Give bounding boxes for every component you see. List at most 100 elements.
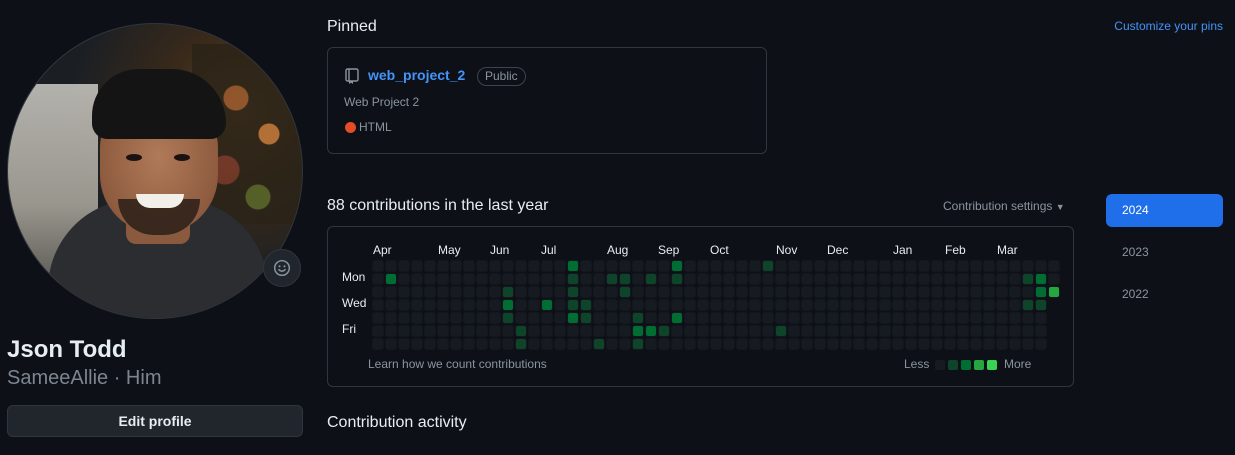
contribution-day-cell[interactable] — [373, 339, 383, 349]
contribution-day-cell[interactable] — [373, 287, 383, 297]
contribution-day-cell[interactable] — [932, 287, 942, 297]
contribution-day-cell[interactable] — [919, 287, 929, 297]
contribution-day-cell[interactable] — [1023, 326, 1033, 336]
contribution-day-cell[interactable] — [438, 287, 448, 297]
contribution-day-cell[interactable] — [854, 274, 864, 284]
contribution-day-cell[interactable] — [503, 287, 513, 297]
contribution-day-cell[interactable] — [438, 339, 448, 349]
contribution-day-cell[interactable] — [893, 274, 903, 284]
contribution-day-cell[interactable] — [1010, 339, 1020, 349]
contribution-day-cell[interactable] — [919, 300, 929, 310]
contribution-day-cell[interactable] — [425, 261, 435, 271]
contribution-day-cell[interactable] — [659, 326, 669, 336]
contribution-day-cell[interactable] — [841, 313, 851, 323]
contribution-day-cell[interactable] — [503, 339, 513, 349]
contribution-day-cell[interactable] — [516, 261, 526, 271]
contribution-day-cell[interactable] — [893, 326, 903, 336]
contribution-day-cell[interactable] — [737, 326, 747, 336]
contribution-day-cell[interactable] — [490, 300, 500, 310]
contribution-day-cell[interactable] — [620, 339, 630, 349]
contribution-day-cell[interactable] — [698, 313, 708, 323]
contribution-day-cell[interactable] — [542, 326, 552, 336]
contribution-day-cell[interactable] — [893, 313, 903, 323]
contribution-day-cell[interactable] — [568, 313, 578, 323]
contribution-day-cell[interactable] — [672, 274, 682, 284]
contribution-day-cell[interactable] — [659, 274, 669, 284]
contribution-day-cell[interactable] — [581, 339, 591, 349]
contribution-day-cell[interactable] — [763, 274, 773, 284]
contribution-day-cell[interactable] — [958, 274, 968, 284]
contribution-day-cell[interactable] — [750, 339, 760, 349]
contribution-day-cell[interactable] — [568, 274, 578, 284]
contribution-day-cell[interactable] — [971, 339, 981, 349]
contribution-day-cell[interactable] — [1036, 313, 1046, 323]
contribution-day-cell[interactable] — [685, 326, 695, 336]
contribution-day-cell[interactable] — [672, 326, 682, 336]
contribution-day-cell[interactable] — [750, 261, 760, 271]
contribution-day-cell[interactable] — [724, 326, 734, 336]
contribution-day-cell[interactable] — [841, 287, 851, 297]
contribution-day-cell[interactable] — [776, 300, 786, 310]
contribution-day-cell[interactable] — [529, 313, 539, 323]
contribution-day-cell[interactable] — [971, 287, 981, 297]
contribution-day-cell[interactable] — [932, 326, 942, 336]
contribution-day-cell[interactable] — [620, 300, 630, 310]
contribution-day-cell[interactable] — [373, 313, 383, 323]
contribution-day-cell[interactable] — [711, 326, 721, 336]
contribution-day-cell[interactable] — [958, 287, 968, 297]
contribution-day-cell[interactable] — [867, 261, 877, 271]
contribution-day-cell[interactable] — [711, 339, 721, 349]
contribution-day-cell[interactable] — [412, 300, 422, 310]
contribution-day-cell[interactable] — [984, 300, 994, 310]
contribution-day-cell[interactable] — [555, 300, 565, 310]
contribution-day-cell[interactable] — [555, 339, 565, 349]
contribution-day-cell[interactable] — [464, 339, 474, 349]
contribution-day-cell[interactable] — [854, 261, 864, 271]
contribution-day-cell[interactable] — [464, 313, 474, 323]
contribution-day-cell[interactable] — [854, 339, 864, 349]
contribution-day-cell[interactable] — [1036, 261, 1046, 271]
contribution-day-cell[interactable] — [984, 313, 994, 323]
contribution-day-cell[interactable] — [399, 339, 409, 349]
contribution-day-cell[interactable] — [828, 326, 838, 336]
contribution-day-cell[interactable] — [633, 326, 643, 336]
contribution-day-cell[interactable] — [971, 261, 981, 271]
contribution-day-cell[interactable] — [945, 313, 955, 323]
contribution-day-cell[interactable] — [620, 326, 630, 336]
contribution-day-cell[interactable] — [399, 287, 409, 297]
contribution-day-cell[interactable] — [984, 339, 994, 349]
contribution-day-cell[interactable] — [529, 300, 539, 310]
contribution-day-cell[interactable] — [620, 313, 630, 323]
contribution-day-cell[interactable] — [373, 261, 383, 271]
contribution-day-cell[interactable] — [919, 313, 929, 323]
contribution-day-cell[interactable] — [789, 339, 799, 349]
contribution-day-cell[interactable] — [1010, 274, 1020, 284]
contribution-day-cell[interactable] — [815, 300, 825, 310]
year-2024[interactable]: 2024 — [1106, 194, 1223, 227]
contribution-day-cell[interactable] — [698, 274, 708, 284]
contribution-day-cell[interactable] — [685, 313, 695, 323]
contribution-day-cell[interactable] — [880, 339, 890, 349]
contribution-day-cell[interactable] — [828, 274, 838, 284]
contribution-day-cell[interactable] — [958, 339, 968, 349]
contribution-day-cell[interactable] — [763, 287, 773, 297]
contribution-day-cell[interactable] — [932, 274, 942, 284]
contribution-day-cell[interactable] — [698, 261, 708, 271]
contribution-day-cell[interactable] — [412, 261, 422, 271]
contribution-day-cell[interactable] — [841, 261, 851, 271]
contribution-day-cell[interactable] — [815, 261, 825, 271]
contribution-day-cell[interactable] — [516, 300, 526, 310]
contribution-day-cell[interactable] — [828, 261, 838, 271]
contribution-day-cell[interactable] — [620, 287, 630, 297]
contribution-day-cell[interactable] — [386, 326, 396, 336]
contribution-day-cell[interactable] — [971, 313, 981, 323]
contribution-day-cell[interactable] — [568, 339, 578, 349]
contribution-day-cell[interactable] — [724, 287, 734, 297]
contribution-day-cell[interactable] — [958, 300, 968, 310]
contribution-day-cell[interactable] — [646, 326, 656, 336]
contribution-day-cell[interactable] — [854, 287, 864, 297]
contribution-day-cell[interactable] — [763, 300, 773, 310]
contribution-day-cell[interactable] — [815, 339, 825, 349]
contribution-day-cell[interactable] — [737, 300, 747, 310]
contribution-day-cell[interactable] — [412, 313, 422, 323]
